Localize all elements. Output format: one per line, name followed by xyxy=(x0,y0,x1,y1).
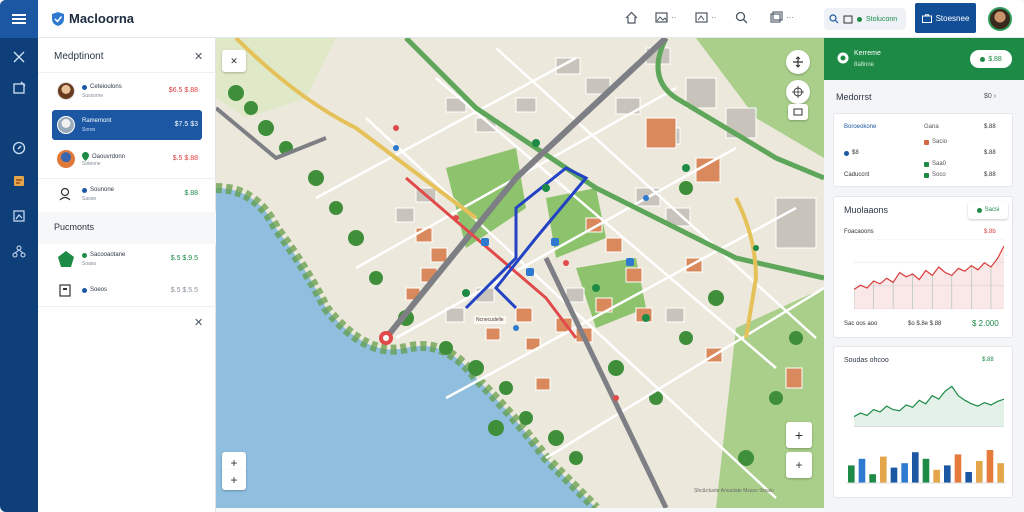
zoom-in-button-right[interactable]: + xyxy=(786,422,812,448)
search-button[interactable] xyxy=(735,11,748,24)
primary-action-button[interactable]: Stoesnee xyxy=(915,3,976,33)
layer-button[interactable] xyxy=(788,104,808,120)
line-area-fill xyxy=(854,386,1004,427)
bar xyxy=(997,463,1004,483)
home-icon xyxy=(625,11,638,24)
close-icon[interactable]: ✕ xyxy=(194,50,203,63)
briefcase-icon xyxy=(921,13,932,23)
panel-title: Medptinont xyxy=(54,51,104,62)
pin-icon xyxy=(82,152,89,161)
left-panel: Medptinont ✕ Ceteioulons Sussorne $6.5 $… xyxy=(38,38,216,512)
stats-card: Boroeokone Gana $.88 $8 Sacio $.88 Saa0 … xyxy=(833,113,1013,187)
layers-icon xyxy=(770,11,783,23)
area-fill xyxy=(854,246,1004,309)
layers-button[interactable]: ··· xyxy=(770,11,794,24)
compass-icon xyxy=(792,86,804,98)
close-icon[interactable]: ✕ xyxy=(194,316,203,329)
bar xyxy=(944,465,951,483)
user-group-icon xyxy=(59,187,73,203)
list-item[interactable]: Ceteioulons Sussorne $6.5 $.88 xyxy=(52,76,202,106)
menu-button[interactable] xyxy=(0,0,38,38)
avatar xyxy=(57,150,75,168)
section-value[interactable]: $0 › xyxy=(984,93,996,100)
app-window: Macloorna ·· ·· ··· Stoluconn Stoesnee M… xyxy=(0,0,1024,512)
move-icon xyxy=(793,56,803,68)
bar xyxy=(912,452,919,483)
bar xyxy=(986,450,994,483)
search-label: Stoluconn xyxy=(866,15,898,23)
avatar xyxy=(57,116,75,134)
bar xyxy=(848,465,855,483)
trend-card: Muolaaons Sacsi Foacaoons $.8b Sac oos a… xyxy=(833,196,1013,338)
close-icon: ✕ xyxy=(230,55,238,66)
compass-icon[interactable] xyxy=(11,140,27,156)
app-title: Macloorna xyxy=(69,11,135,26)
minus-icon: + xyxy=(230,473,238,487)
zoom-out-button[interactable]: + xyxy=(222,470,246,490)
map-attribution: Shc&ctuote Anusdate Msaxo 9ssaiu xyxy=(694,488,774,494)
summary-banner: Kerreme 8a8nne $.88 xyxy=(824,38,1024,80)
search-icon xyxy=(735,11,748,24)
map-tooltip: Ncnecudelle xyxy=(474,316,506,324)
activity-card: Soudas ohcoo $.88 xyxy=(833,346,1013,498)
status-dot xyxy=(857,16,862,22)
chart-icon[interactable] xyxy=(11,208,27,224)
plus-icon: + xyxy=(230,456,238,470)
plus-icon: + xyxy=(794,427,804,443)
zoom-out-button-right[interactable]: + xyxy=(786,452,812,478)
bar xyxy=(965,472,972,483)
gallery-button[interactable]: ·· xyxy=(695,11,716,24)
document-icon[interactable] xyxy=(11,80,27,96)
line-chart xyxy=(854,385,1004,427)
menu-icon xyxy=(12,14,26,24)
compass-button[interactable] xyxy=(786,80,810,104)
gallery-icon xyxy=(695,12,708,23)
locate-button[interactable] xyxy=(786,50,810,74)
bar-chart xyxy=(846,450,1006,484)
search-field[interactable]: Stoluconn xyxy=(824,8,906,30)
layers-icon xyxy=(793,108,803,116)
bar xyxy=(954,454,962,483)
bar xyxy=(890,467,898,483)
section-header: Pucmonts xyxy=(38,212,216,244)
bar xyxy=(869,474,876,483)
top-bar: Macloorna ·· ·· ··· Stoluconn Stoesnee xyxy=(38,0,1024,38)
pin-icon xyxy=(837,52,849,68)
section-title: Medorrst xyxy=(836,92,872,102)
list-item[interactable]: Sounone Saose $.88 xyxy=(52,179,202,209)
map-view[interactable]: Ncnecudelle ✕ + + + + Shc&ctuote Anusdat… xyxy=(216,38,824,508)
image-icon xyxy=(655,12,668,23)
bar xyxy=(858,458,866,483)
app-brand[interactable]: Macloorna xyxy=(52,11,134,26)
shield-logo-icon xyxy=(52,11,64,26)
network-icon[interactable] xyxy=(11,243,27,259)
list-item[interactable]: Soeos $.5 $.5.5 xyxy=(52,276,202,306)
value-pill[interactable]: $.88 xyxy=(970,50,1012,68)
tools-icon[interactable] xyxy=(11,49,27,65)
bar xyxy=(901,463,908,483)
bar xyxy=(976,461,983,483)
search-icon xyxy=(829,14,839,24)
bar xyxy=(933,469,940,483)
calendar-icon xyxy=(843,15,853,24)
box-icon xyxy=(59,284,71,299)
nav-rail xyxy=(0,0,38,512)
list-item-selected[interactable]: Ramemont Soroo $7.5 $3 xyxy=(52,110,202,140)
filter-pill[interactable]: Sacsi xyxy=(968,201,1008,219)
bar xyxy=(880,456,887,483)
area-chart xyxy=(854,239,1004,309)
image-button[interactable]: ·· xyxy=(655,11,676,24)
orders-icon[interactable] xyxy=(11,173,27,189)
pentagon-icon xyxy=(57,250,75,270)
avatar xyxy=(57,82,75,100)
list-item[interactable]: Sacooaotane Soaso $.5 $.9.5 xyxy=(52,244,202,274)
bar xyxy=(922,458,930,483)
right-panel: Kerreme 8a8nne $.88 Medorrst $0 › Boroeo… xyxy=(824,38,1024,512)
map-canvas xyxy=(216,38,824,508)
home-button[interactable] xyxy=(625,11,638,24)
plus-icon: + xyxy=(795,458,803,472)
map-close-button[interactable]: ✕ xyxy=(222,50,246,72)
user-avatar[interactable] xyxy=(988,7,1012,31)
list-item[interactable]: Oaouvrdonn Soteone $.5 $.88 xyxy=(52,144,202,174)
